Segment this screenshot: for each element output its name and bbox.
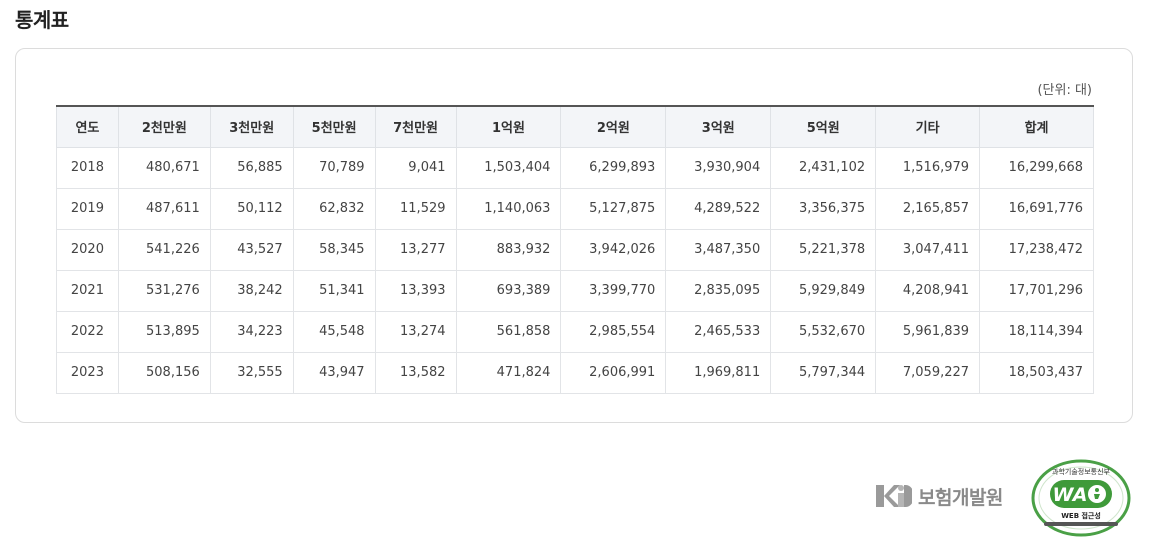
column-header: 2억원: [560, 105, 667, 148]
year-cell: 2023: [56, 351, 119, 394]
value-cell: 32,555: [209, 351, 294, 394]
value-cell: 43,527: [209, 228, 294, 271]
value-cell: 5,929,849: [770, 269, 877, 312]
column-header: 7천만원: [374, 105, 457, 148]
value-cell: 16,691,776: [979, 187, 1094, 230]
value-cell: 13,274: [374, 310, 457, 353]
value-cell: 13,393: [374, 269, 457, 312]
column-header: 기타: [875, 105, 981, 148]
value-cell: 508,156: [117, 351, 211, 394]
value-cell: 2,835,095: [665, 269, 772, 312]
value-cell: 43,947: [292, 351, 376, 394]
value-cell: 6,299,893: [560, 146, 667, 189]
table-body: 2018 480,671 56,885 70,789 9,041 1,503,404 6,2…: [56, 146, 1094, 394]
statistics-table: 연도 2천만원 3천만원 5천만원 7천만원 1억원 2억원 3억원 5억원 기타 합계 2018 4…: [56, 105, 1094, 394]
wa-certification-icon[interactable]: 과학기술정보통신부 WA WEB 접근성: [1030, 458, 1132, 538]
value-cell: 17,238,472: [979, 228, 1094, 271]
badge-top-text: 과학기술정보통신부: [1052, 467, 1111, 476]
value-cell: 3,930,904: [665, 146, 772, 189]
kidi-logo[interactable]: 보험개발원: [876, 481, 1003, 511]
value-cell: 51,341: [292, 269, 376, 312]
value-cell: 34,223: [209, 310, 294, 353]
value-cell: 3,356,375: [770, 187, 877, 230]
value-cell: 45,548: [292, 310, 376, 353]
value-cell: 3,399,770: [560, 269, 667, 312]
value-cell: 5,532,670: [770, 310, 877, 353]
statistics-card: (단위: 대) 연도 2천만원 3천만원 5천만원 7천만원 1억원 2억원 3억원 5억원 기타…: [15, 48, 1133, 423]
table-row: 2020 541,226 43,527 58,345 13,277 883,932 3,94…: [56, 228, 1094, 271]
unit-label: (단위: 대): [1037, 83, 1092, 98]
value-cell: 2,465,533: [665, 310, 772, 353]
value-cell: 2,606,991: [560, 351, 667, 394]
value-cell: 1,140,063: [455, 187, 562, 230]
year-cell: 2020: [56, 228, 119, 271]
value-cell: 2,431,102: [770, 146, 877, 189]
column-header: 2천만원: [117, 105, 211, 148]
value-cell: 58,345: [292, 228, 376, 271]
value-cell: 11,529: [374, 187, 457, 230]
table-header-row: 연도 2천만원 3천만원 5천만원 7천만원 1억원 2억원 3억원 5억원 기타 합계: [56, 105, 1094, 148]
value-cell: 13,277: [374, 228, 457, 271]
value-cell: 18,503,437: [979, 351, 1094, 394]
table-row: 2023 508,156 32,555 43,947 13,582 471,824 2,60…: [56, 351, 1094, 394]
value-cell: 531,276: [117, 269, 211, 312]
value-cell: 1,516,979: [875, 146, 981, 189]
kidi-logo-icon: [876, 485, 912, 507]
value-cell: 50,112: [209, 187, 294, 230]
table-row: 2021 531,276 38,242 51,341 13,393 693,389 3,39…: [56, 269, 1094, 312]
column-header: 3억원: [665, 105, 772, 148]
value-cell: 2,985,554: [560, 310, 667, 353]
value-cell: 5,797,344: [770, 351, 877, 394]
year-cell: 2019: [56, 187, 119, 230]
year-cell: 2021: [56, 269, 119, 312]
value-cell: 13,582: [374, 351, 457, 394]
column-header: 합계: [979, 105, 1094, 148]
value-cell: 17,701,296: [979, 269, 1094, 312]
value-cell: 3,047,411: [875, 228, 981, 271]
column-header: 5억원: [770, 105, 877, 148]
table-row: 2022 513,895 34,223 45,548 13,274 561,858 2,98…: [56, 310, 1094, 353]
value-cell: 2,165,857: [875, 187, 981, 230]
value-cell: 4,208,941: [875, 269, 981, 312]
value-cell: 18,114,394: [979, 310, 1094, 353]
value-cell: 1,969,811: [665, 351, 772, 394]
badge-mark-text: WA: [1053, 484, 1088, 506]
year-cell: 2018: [56, 146, 119, 189]
value-cell: 3,487,350: [665, 228, 772, 271]
value-cell: 541,226: [117, 228, 211, 271]
value-cell: 62,832: [292, 187, 376, 230]
value-cell: 5,961,839: [875, 310, 981, 353]
column-header: 5천만원: [292, 105, 376, 148]
page-title: 통계표: [15, 8, 69, 32]
value-cell: 56,885: [209, 146, 294, 189]
value-cell: 38,242: [209, 269, 294, 312]
value-cell: 3,942,026: [560, 228, 667, 271]
value-cell: 487,611: [117, 187, 211, 230]
table-row: 2019 487,611 50,112 62,832 11,529 1,140,063 5,…: [56, 187, 1094, 230]
org-name: 보험개발원: [918, 486, 1003, 509]
table-row: 2018 480,671 56,885 70,789 9,041 1,503,404 6,2…: [56, 146, 1094, 189]
value-cell: 693,389: [455, 269, 562, 312]
column-header: 1억원: [455, 105, 562, 148]
value-cell: 513,895: [117, 310, 211, 353]
year-cell: 2022: [56, 310, 119, 353]
column-header: 3천만원: [209, 105, 294, 148]
badge-bottom-text: WEB 접근성: [1061, 511, 1101, 520]
value-cell: 561,858: [455, 310, 562, 353]
value-cell: 9,041: [374, 146, 457, 189]
value-cell: 7,059,227: [875, 351, 981, 394]
value-cell: 70,789: [292, 146, 376, 189]
value-cell: 883,932: [455, 228, 562, 271]
value-cell: 16,299,668: [979, 146, 1094, 189]
column-header: 연도: [56, 105, 119, 148]
value-cell: 5,221,378: [770, 228, 877, 271]
value-cell: 471,824: [455, 351, 562, 394]
value-cell: 5,127,875: [560, 187, 667, 230]
value-cell: 480,671: [117, 146, 211, 189]
value-cell: 1,503,404: [455, 146, 562, 189]
value-cell: 4,289,522: [665, 187, 772, 230]
